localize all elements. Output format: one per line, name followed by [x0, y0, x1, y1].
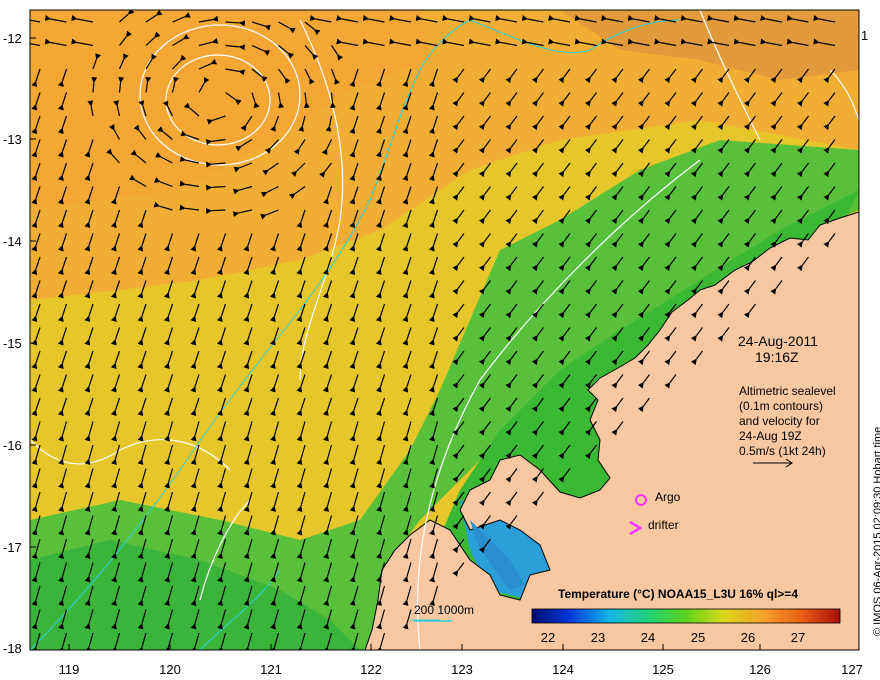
lon-tick: 123 [451, 662, 473, 677]
map-time: 19:16Z [755, 349, 799, 365]
velocity-arrow [91, 76, 98, 93]
description-line: 0.5m/s (1kt 24h) [739, 444, 826, 458]
lon-tick: 120 [159, 662, 181, 677]
lat-tick: -14 [3, 234, 22, 249]
drifter-label: drifter [648, 518, 679, 532]
lat-tick: -15 [3, 336, 22, 351]
lat-tick: -16 [3, 438, 22, 453]
isobath-scale-label: 200 1000m [414, 603, 475, 617]
description-line: and velocity for [739, 414, 820, 428]
description-line: (0.1m contours) [739, 399, 824, 413]
lon-tick: 124 [552, 662, 574, 677]
description-line: Altimetric sealevel [739, 384, 836, 398]
lon-tick: 122 [360, 662, 382, 677]
colorbar-tick: 27 [790, 630, 806, 645]
lat-tick: -18 [3, 641, 22, 656]
map-date: 24-Aug-2011 [738, 333, 818, 349]
colorbar-tick: 23 [590, 630, 606, 645]
right-axis-tick: 1 [861, 28, 869, 43]
colorbar-title: Temperature (°C) NOAA15_L3U 16% ql>=4 [558, 587, 798, 601]
lon-tick: 119 [58, 662, 80, 677]
colorbar-tick: 25 [690, 630, 706, 645]
colorbar-tick: 22 [540, 630, 556, 645]
lon-tick: 127 [841, 662, 863, 677]
lon-tick: 126 [749, 662, 771, 677]
description-line: 24-Aug 19Z [739, 429, 802, 443]
lon-tick: 125 [652, 662, 674, 677]
lat-tick: -17 [3, 540, 22, 555]
colorbar-tick: 26 [740, 630, 756, 645]
colorbar-tick: 24 [640, 630, 656, 645]
lon-tick: 121 [260, 662, 282, 677]
velocity-arrow [205, 207, 226, 214]
argo-label: Argo [655, 490, 681, 504]
lat-tick: -13 [3, 132, 22, 147]
sea-surface-field [30, 10, 859, 650]
credit-text: © IMOS 06-Apr-2015 02:09:30 Hobart time [872, 426, 880, 636]
temperature-colorbar [531, 608, 841, 624]
lat-tick: -12 [3, 31, 22, 46]
